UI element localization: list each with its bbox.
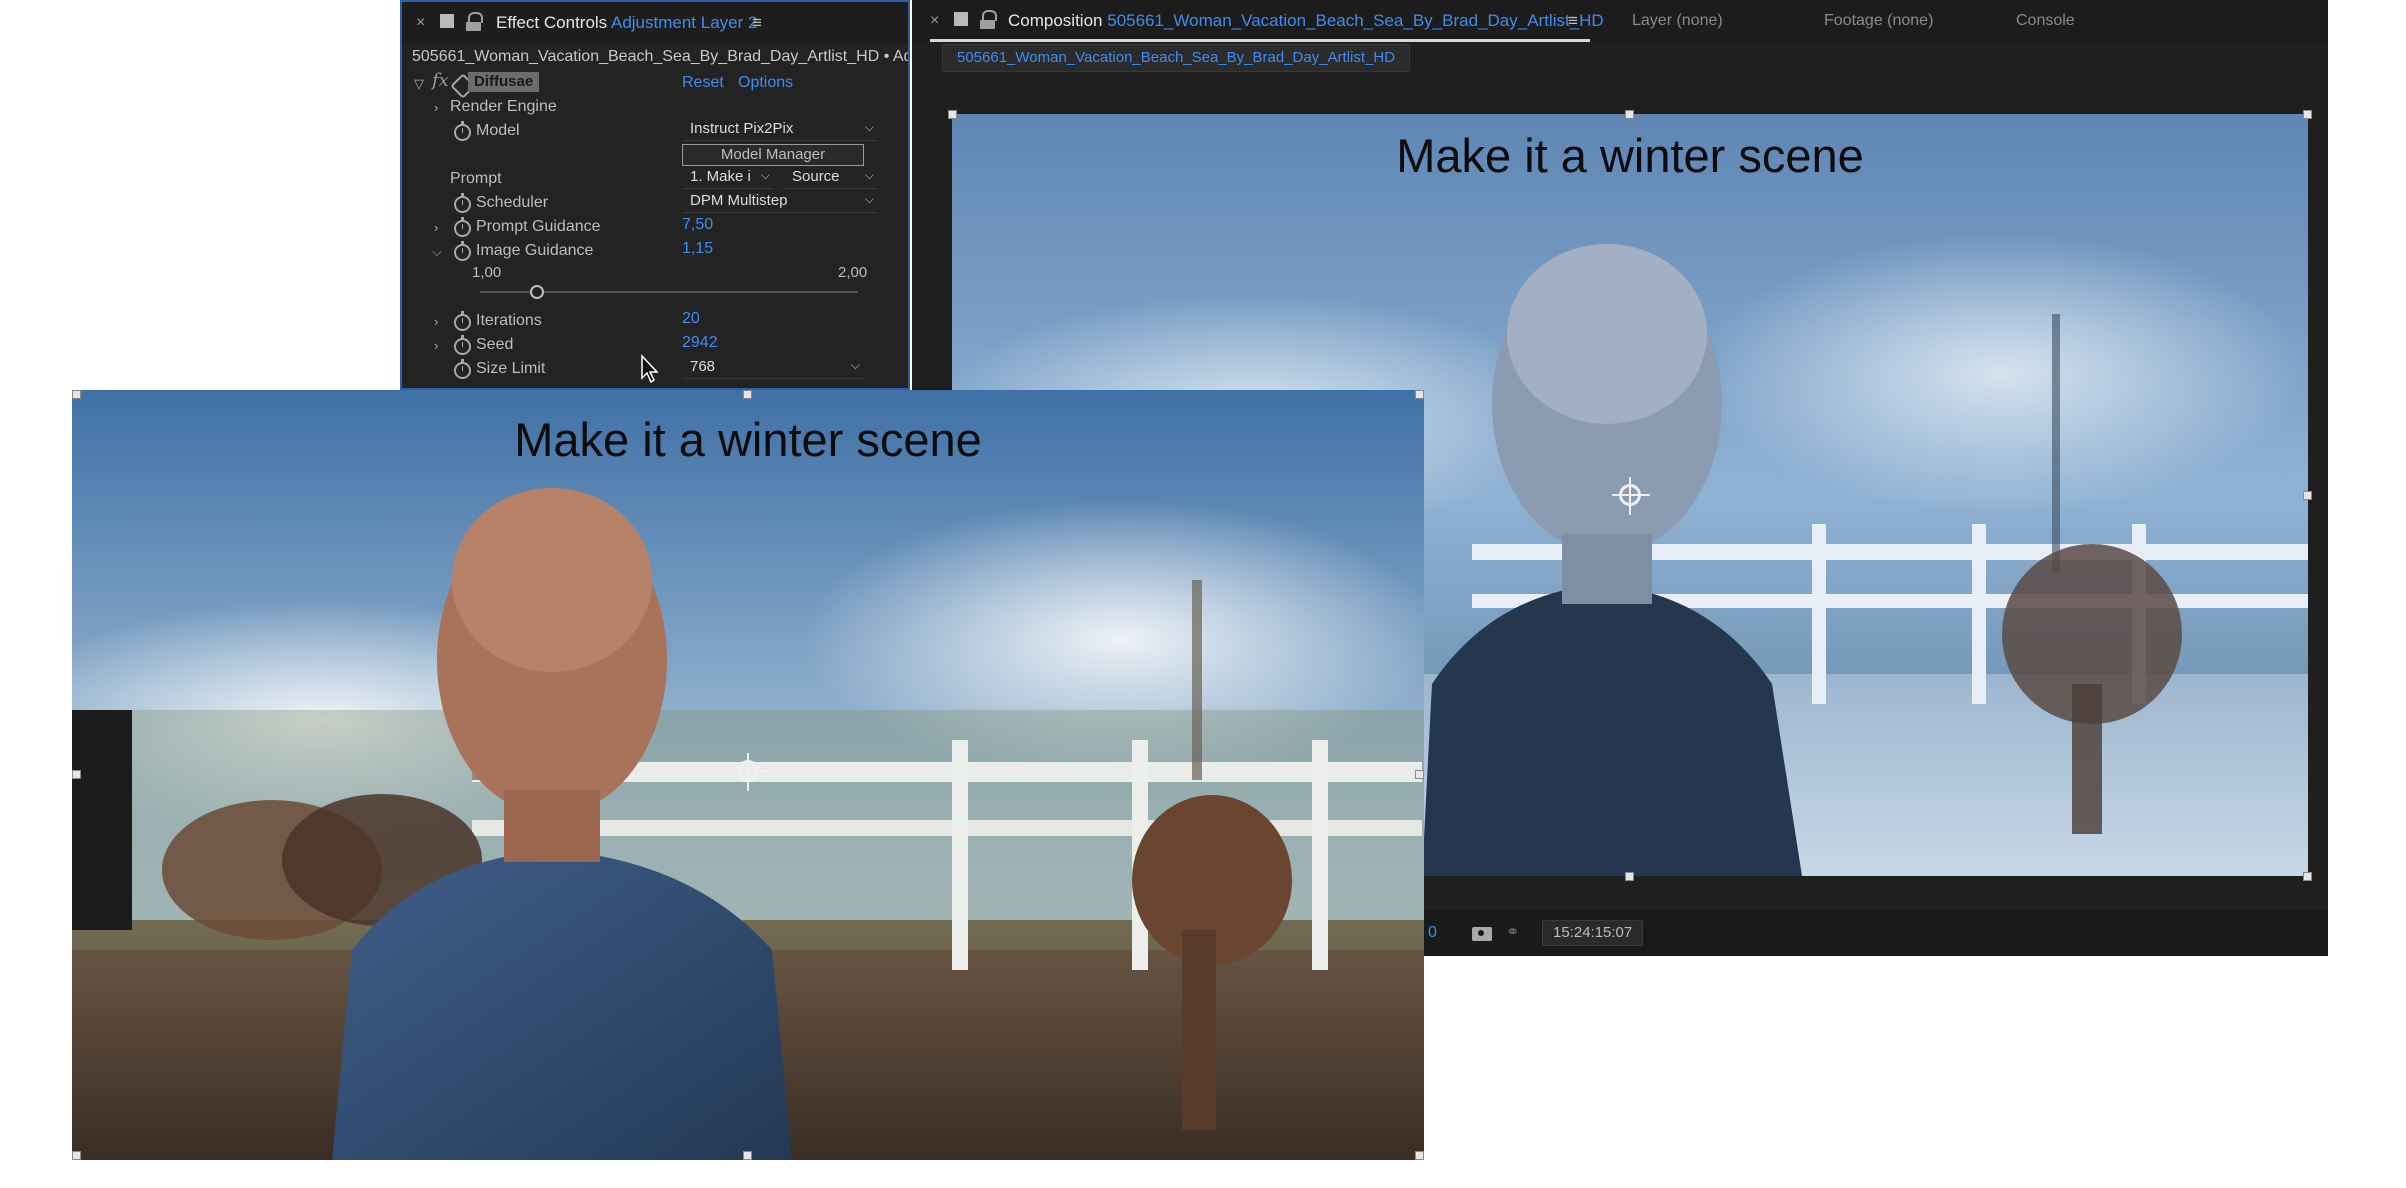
chevron-down-icon[interactable]: ▽ xyxy=(414,76,424,92)
menu-icon[interactable]: ≡ xyxy=(1568,11,1578,31)
anchor-point-icon[interactable] xyxy=(1612,484,1650,506)
active-tab-indicator xyxy=(930,39,1590,42)
transform-handle[interactable] xyxy=(72,1151,81,1160)
transform-handle[interactable] xyxy=(2303,491,2312,500)
transform-handle[interactable] xyxy=(2303,110,2312,119)
slider-max-label: 2,00 xyxy=(838,264,868,281)
slider-min-label: 1,00 xyxy=(472,264,502,281)
composition-subtab[interactable]: 505661_Woman_Vacation_Beach_Sea_By_Brad_… xyxy=(942,44,1411,72)
effect-controls-panel: × Effect Controls Adjustment Layer 2 ≡ 5… xyxy=(400,0,910,390)
composition-tab[interactable]: Composition 505661_Woman_Vacation_Beach_… xyxy=(1008,11,1604,31)
camera-icon[interactable] xyxy=(1472,927,1492,941)
footage-tab[interactable]: Footage (none) xyxy=(1824,12,1933,30)
chevron-down-icon: ⌵ xyxy=(850,358,860,372)
panel-square-icon xyxy=(440,14,454,28)
stopwatch-icon[interactable] xyxy=(454,217,471,237)
size-limit-dropdown[interactable]: 768 ⌵ xyxy=(682,358,864,379)
original-footage-image: Make it a winter scene xyxy=(72,390,1424,1160)
model-dropdown-value: Instruct Pix2Pix xyxy=(690,120,794,137)
chevron-down-icon[interactable]: ⌵ xyxy=(432,244,442,260)
chevron-right-icon[interactable]: › xyxy=(434,314,438,329)
anchor-point-icon[interactable] xyxy=(730,760,768,782)
seed-value[interactable]: 2942 xyxy=(682,334,718,352)
tab-label: Effect Controls xyxy=(496,13,608,32)
chevron-right-icon[interactable]: › xyxy=(434,338,438,353)
transform-handle[interactable] xyxy=(743,390,752,399)
zoom-level[interactable]: 0 xyxy=(1428,924,1437,942)
stopwatch-icon[interactable] xyxy=(454,121,471,141)
transform-handle[interactable] xyxy=(72,770,81,779)
prompt-source-dropdown[interactable]: Source ⌵ xyxy=(784,168,878,189)
seed-label: Seed xyxy=(476,336,514,353)
scheduler-dropdown-value: DPM Multistep xyxy=(690,192,788,209)
reset-link[interactable]: Reset xyxy=(682,74,724,92)
lock-icon[interactable] xyxy=(980,10,997,29)
chevron-right-icon[interactable]: › xyxy=(434,220,438,235)
original-caption: Make it a winter scene xyxy=(514,413,982,466)
image-guidance-slider-thumb[interactable] xyxy=(529,285,544,299)
image-guidance-value[interactable]: 1,15 xyxy=(682,240,713,258)
stopwatch-icon[interactable] xyxy=(454,193,471,213)
size-limit-label: Size Limit xyxy=(476,360,546,377)
transform-handle[interactable] xyxy=(743,1151,752,1160)
image-guidance-label: Image Guidance xyxy=(476,242,594,259)
close-icon[interactable]: × xyxy=(416,14,425,32)
transform-handle[interactable] xyxy=(948,110,957,119)
tab-label: Composition xyxy=(1008,11,1103,30)
stopwatch-icon[interactable] xyxy=(454,241,471,261)
effect-controls-tab[interactable]: Effect Controls Adjustment Layer 2 xyxy=(496,13,757,33)
panel-square-icon xyxy=(954,12,968,26)
options-link[interactable]: Options xyxy=(738,74,793,92)
iterations-label: Iterations xyxy=(476,312,542,329)
model-dropdown[interactable]: Instruct Pix2Pix ⌵ xyxy=(682,120,878,141)
fx-badge[interactable]: fx xyxy=(432,70,449,91)
chevron-down-icon: ⌵ xyxy=(864,168,874,182)
model-label: Model xyxy=(476,122,520,139)
model-manager-button[interactable]: Model Manager xyxy=(682,144,864,166)
scheduler-label: Scheduler xyxy=(476,194,549,211)
transform-handle[interactable] xyxy=(72,390,81,399)
mouse-cursor-icon xyxy=(641,354,659,384)
render-engine-label: Render Engine xyxy=(450,98,557,115)
breadcrumb: 505661_Woman_Vacation_Beach_Sea_By_Brad_… xyxy=(412,48,908,65)
prompt-guidance-value[interactable]: 7,50 xyxy=(682,216,713,234)
close-icon[interactable]: × xyxy=(930,12,939,30)
stopwatch-icon[interactable] xyxy=(454,335,471,355)
composition-tabbar: × Composition 505661_Woman_Vacation_Beac… xyxy=(912,0,2328,42)
transform-handle[interactable] xyxy=(1415,770,1424,779)
link-icon[interactable]: ⚭ xyxy=(1506,922,1519,942)
lock-icon[interactable] xyxy=(466,12,483,31)
prompt-source-value: Source xyxy=(792,168,840,185)
stopwatch-icon[interactable] xyxy=(454,359,471,379)
transform-handle[interactable] xyxy=(1625,872,1634,881)
prompt-label: Prompt xyxy=(450,170,502,187)
effect-name-label[interactable]: Diffusae xyxy=(468,72,540,92)
composition-name: 505661_Woman_Vacation_Beach_Sea_By_Brad_… xyxy=(1107,11,1604,30)
transform-handle[interactable] xyxy=(1625,110,1634,119)
size-limit-value: 768 xyxy=(690,358,716,375)
chevron-down-icon: ⌵ xyxy=(760,168,770,182)
prompt-dropdown-value: 1. Make i xyxy=(690,168,751,185)
iterations-value[interactable]: 20 xyxy=(682,310,700,328)
timecode-display[interactable]: 15:24:15:07 xyxy=(1542,920,1644,946)
stopwatch-icon[interactable] xyxy=(454,311,471,331)
chevron-right-icon[interactable]: › xyxy=(434,100,438,115)
menu-icon[interactable]: ≡ xyxy=(752,13,762,33)
transform-handle[interactable] xyxy=(2303,872,2312,881)
transform-handle[interactable] xyxy=(1415,390,1424,399)
effect-controls-tabbar: × Effect Controls Adjustment Layer 2 ≡ xyxy=(402,2,908,44)
prompt-guidance-label: Prompt Guidance xyxy=(476,218,601,235)
transform-handle[interactable] xyxy=(1415,1151,1424,1160)
viewer-caption: Make it a winter scene xyxy=(1396,129,1864,182)
tab-layer-name: Adjustment Layer 2 xyxy=(610,13,758,32)
layer-tab[interactable]: Layer (none) xyxy=(1632,12,1723,30)
scheduler-dropdown[interactable]: DPM Multistep ⌵ xyxy=(682,192,878,213)
prompt-dropdown[interactable]: 1. Make i ⌵ xyxy=(682,168,774,189)
console-tab[interactable]: Console xyxy=(2016,12,2075,30)
chevron-down-icon: ⌵ xyxy=(864,192,874,206)
chevron-down-icon: ⌵ xyxy=(864,120,874,134)
